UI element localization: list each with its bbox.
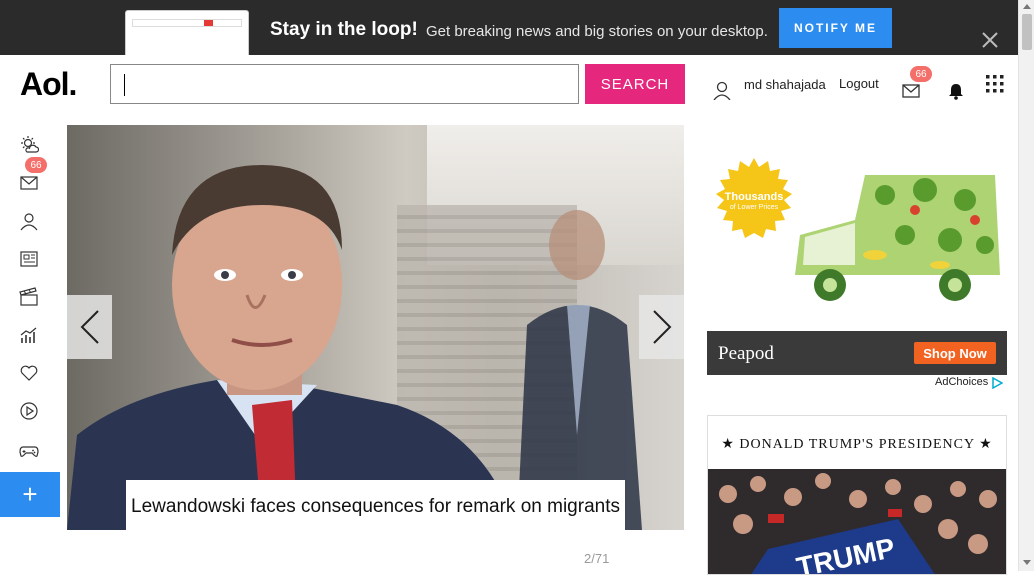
user-icon[interactable] — [712, 80, 732, 100]
ad-footer-bar: Peapod Shop Now — [707, 331, 1007, 375]
weather-icon[interactable] — [19, 135, 39, 155]
slide-counter: 2/71 — [584, 551, 610, 566]
banner-title: Stay in the loop! — [270, 19, 418, 40]
shop-now-button[interactable]: Shop Now — [914, 342, 996, 364]
finance-icon[interactable] — [19, 325, 39, 345]
banner-subtitle: Get breaking news and big stories on you… — [426, 23, 768, 40]
video-play-icon[interactable] — [19, 401, 39, 421]
apps-grid-icon[interactable] — [986, 75, 1004, 93]
chevron-left-icon — [80, 310, 99, 344]
slideshow-prev-button[interactable] — [67, 295, 112, 359]
profile-icon[interactable] — [19, 211, 39, 231]
entertainment-icon[interactable] — [19, 287, 39, 307]
scroll-thumb[interactable] — [1022, 14, 1032, 50]
banner-preview-image — [125, 10, 249, 55]
slideshow-next-button[interactable] — [639, 295, 684, 359]
lifestyle-heart-icon[interactable] — [19, 363, 39, 383]
news-icon[interactable] — [19, 249, 39, 269]
notify-me-button[interactable]: NOTIFY ME — [779, 8, 892, 48]
text-caret — [124, 74, 125, 96]
add-shortcut-button[interactable]: + — [0, 472, 60, 517]
main-person-illustration — [67, 165, 517, 530]
peapod-advertisement[interactable]: Thousands of Lower Prices Peapod Shop No… — [707, 150, 1007, 375]
mail-count-badge: 66 — [910, 66, 932, 82]
scroll-up-arrow-icon[interactable] — [1023, 4, 1031, 9]
adchoices-icon[interactable] — [991, 377, 1003, 389]
vegetable-truck-illustration — [795, 175, 1000, 301]
mail-icon[interactable] — [19, 173, 39, 193]
search-button[interactable]: SEARCH — [585, 64, 685, 104]
vertical-scrollbar[interactable] — [1018, 0, 1034, 571]
games-controller-icon[interactable] — [19, 441, 39, 461]
hero-caption-link[interactable]: Lewandowski faces consequences for remar… — [126, 480, 625, 550]
mail-icon[interactable] — [902, 84, 920, 98]
notification-banner: Stay in the loop! Get breaking news and … — [0, 0, 1018, 55]
bell-icon[interactable] — [947, 82, 965, 100]
logout-link[interactable]: Logout — [839, 76, 879, 91]
ad-brand-logo: Peapod — [718, 343, 774, 364]
sidebar-mail-badge: 66 — [25, 157, 47, 173]
scroll-down-arrow-icon[interactable] — [1023, 560, 1031, 565]
rally-crowd-photo[interactable]: TRUMP — [708, 469, 1006, 575]
close-icon[interactable] — [980, 30, 1000, 50]
username-link[interactable]: md shahajada — [744, 77, 826, 92]
search-input[interactable] — [110, 64, 579, 104]
aol-logo[interactable]: Aol. — [20, 66, 77, 103]
trump-presidency-section[interactable]: ★ DONALD TRUMP'S PRESIDENCY ★ TRUMP — [707, 415, 1007, 575]
adchoices-link[interactable]: AdChoices — [935, 376, 988, 388]
section-title: ★ DONALD TRUMP'S PRESIDENCY ★ — [721, 437, 993, 452]
chevron-right-icon — [652, 310, 671, 344]
hero-slideshow-image[interactable] — [67, 125, 684, 530]
